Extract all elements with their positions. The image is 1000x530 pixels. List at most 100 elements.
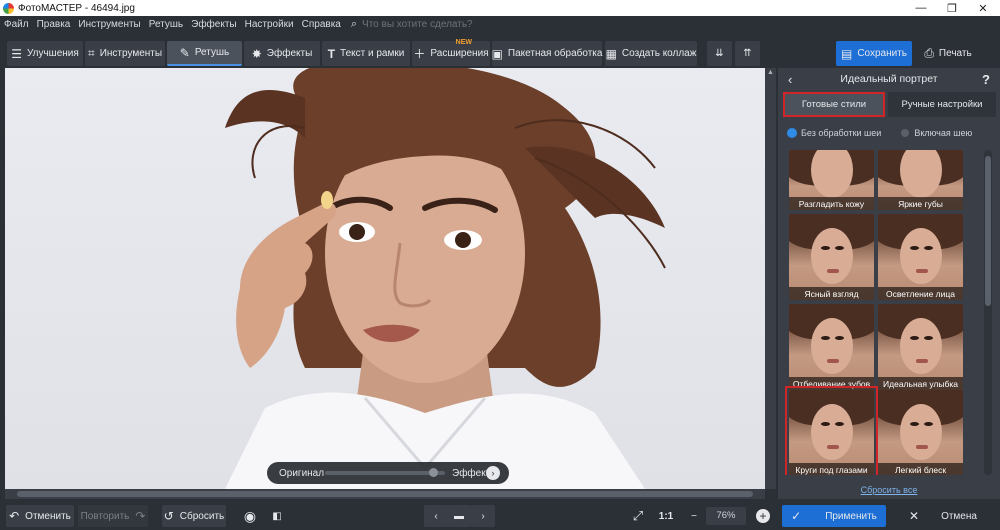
- radio-with-neck[interactable]: Включая шею: [901, 128, 972, 138]
- search-placeholder: Что вы хотите сделать?: [362, 19, 473, 30]
- preset-thumbnail: [821, 246, 830, 250]
- tab-enhancements[interactable]: ☰ Улучшения: [7, 41, 83, 66]
- settings-export-icon: ⇈: [743, 48, 752, 59]
- menu-help[interactable]: Справка: [298, 19, 345, 30]
- preset-thumbnail: [900, 318, 942, 374]
- export-settings-button[interactable]: ⇈: [735, 41, 760, 66]
- import-settings-button[interactable]: ⇊: [707, 41, 732, 66]
- floppy-icon: ▤: [840, 46, 853, 61]
- canvas-vertical-scrollbar[interactable]: ▲: [765, 68, 776, 489]
- checkmark-icon: ✓: [791, 509, 802, 523]
- compare-handle[interactable]: [429, 468, 438, 477]
- actual-size-button[interactable]: 1:1: [653, 505, 679, 527]
- batch-processing-button[interactable]: ▣ Пакетная обработка: [492, 41, 602, 66]
- preset-thumbnail: [835, 336, 844, 340]
- presets-scrollbar[interactable]: [984, 150, 992, 475]
- next-image-button[interactable]: ›: [471, 505, 495, 527]
- preset-clear-look[interactable]: Ясный взгляд: [789, 214, 874, 300]
- chevron-left-icon: ‹: [434, 510, 438, 522]
- undo-icon: ↶: [9, 509, 20, 523]
- tab-retouch[interactable]: ✎ Ретушь: [167, 41, 242, 66]
- preset-thumbnail: [924, 336, 933, 340]
- preset-face-brighten[interactable]: Осветление лица: [878, 214, 963, 300]
- tab-effects[interactable]: ✸ Эффекты: [244, 41, 320, 66]
- tab-manual-settings[interactable]: Ручные настройки: [888, 92, 996, 117]
- scroll-up-icon[interactable]: ▲: [765, 68, 776, 78]
- before-after-slider[interactable]: Оригинал Эффект ›: [267, 462, 509, 484]
- back-arrow-icon[interactable]: ‹: [788, 72, 792, 87]
- compare-split-button[interactable]: ◧: [265, 505, 289, 527]
- prev-image-button[interactable]: ‹: [424, 505, 448, 527]
- tab-ready-styles[interactable]: Готовые стили: [783, 92, 885, 117]
- app-logo-icon: [3, 2, 14, 14]
- zoom-out-button[interactable]: −: [686, 505, 702, 527]
- preset-under-eye-circles[interactable]: Круги под глазами: [785, 386, 878, 475]
- redo-button[interactable]: Повторить ↷: [78, 505, 148, 527]
- fit-screen-button[interactable]: ⤢: [627, 505, 649, 527]
- preset-caption: Круги под глазами: [789, 463, 874, 475]
- menu-effects[interactable]: Эффекты: [187, 19, 240, 30]
- maximize-button[interactable]: ❐: [937, 0, 967, 16]
- tab-tools[interactable]: ⌗ Инструменты: [85, 41, 165, 66]
- close-window-button[interactable]: ✕: [968, 0, 998, 16]
- undo-button[interactable]: ↶ Отменить: [6, 505, 74, 527]
- compare-track[interactable]: [325, 471, 445, 475]
- preset-thumbnail: [811, 318, 853, 374]
- tab-extensions[interactable]: ＋ Расширения NEW: [412, 39, 490, 66]
- preset-teeth-whitening[interactable]: Отбеливание зубов: [789, 304, 874, 390]
- zoom-in-button[interactable]: +: [754, 505, 772, 527]
- menu-settings[interactable]: Настройки: [241, 19, 298, 30]
- plus-icon: ＋: [413, 47, 426, 61]
- tab-label: Улучшения: [26, 48, 79, 59]
- radio-selected-icon: [788, 129, 796, 137]
- tab-label: Текст и рамки: [340, 48, 405, 59]
- tab-text-frames[interactable]: T Текст и рамки: [322, 41, 410, 66]
- preset-bright-lips[interactable]: Яркие губы: [878, 150, 963, 210]
- menu-retouch[interactable]: Ретушь: [145, 19, 187, 30]
- preset-thumbnail: [910, 422, 919, 426]
- plus-icon: +: [756, 509, 770, 523]
- tab-label: Эффекты: [266, 48, 313, 59]
- chevron-right-icon: ›: [481, 510, 485, 522]
- menu-edit[interactable]: Правка: [33, 19, 75, 30]
- tab-label: Создать коллаж: [621, 48, 697, 59]
- help-icon[interactable]: ?: [982, 72, 990, 87]
- menu-tools[interactable]: Инструменты: [74, 19, 144, 30]
- preset-thumbnail: [827, 269, 839, 273]
- preset-smooth-skin[interactable]: Разгладить кожу: [789, 150, 874, 210]
- reset-button[interactable]: ↺ Сбросить: [162, 505, 226, 527]
- cancel-button[interactable]: ✕ Отмена: [890, 505, 996, 527]
- tab-label: Инструменты: [99, 48, 163, 59]
- zoom-level[interactable]: 76%: [706, 507, 746, 525]
- menu-search[interactable]: ⌕ Что вы хотите сделать?: [351, 18, 473, 31]
- arrow-right-icon[interactable]: ›: [486, 466, 500, 480]
- photo-canvas[interactable]: Оригинал Эффект ›: [5, 68, 765, 489]
- scroll-thumb[interactable]: [985, 156, 991, 306]
- text-icon: T: [327, 46, 336, 61]
- portrait-photo: [225, 68, 666, 489]
- preset-caption: Ясный взгляд: [789, 287, 874, 300]
- preset-thumbnail: [910, 246, 919, 250]
- reset-icon: ↺: [163, 509, 174, 523]
- print-button[interactable]: ⎙ Печать: [915, 41, 981, 66]
- scroll-thumb[interactable]: [17, 491, 753, 497]
- save-button[interactable]: ▤ Сохранить: [836, 41, 912, 66]
- preset-thumbnail: [821, 336, 830, 340]
- open-folder-button[interactable]: ▬: [447, 505, 471, 527]
- menu-bar: Файл Правка Инструменты Ретушь Эффекты Н…: [0, 16, 1000, 33]
- preview-eye-button[interactable]: ◉: [238, 505, 262, 527]
- canvas-horizontal-scrollbar[interactable]: [5, 489, 765, 499]
- minimize-button[interactable]: —: [906, 0, 936, 16]
- radio-no-neck[interactable]: Без обработки шеи: [788, 128, 881, 138]
- bottom-bar: ↶ Отменить Повторить ↷ ↺ Сбросить ◉ ◧ ‹ ▬ ›…: [0, 500, 1000, 530]
- portrait-panel: ‹ Идеальный портрет ? Готовые стили Ручн…: [778, 68, 1000, 499]
- preset-perfect-smile[interactable]: Идеальная улыбка: [878, 304, 963, 390]
- apply-button[interactable]: ✓ Применить: [782, 505, 886, 527]
- preset-thumbnail: [916, 445, 928, 449]
- image-icon: ▣: [491, 46, 503, 61]
- reset-all-link[interactable]: Сбросить все: [778, 485, 1000, 495]
- preset-light-gloss[interactable]: Легкий блеск: [878, 390, 963, 475]
- neck-options: Без обработки шеи Включая шею: [788, 128, 998, 138]
- menu-file[interactable]: Файл: [0, 19, 33, 30]
- create-collage-button[interactable]: ▦ Создать коллаж: [605, 41, 697, 66]
